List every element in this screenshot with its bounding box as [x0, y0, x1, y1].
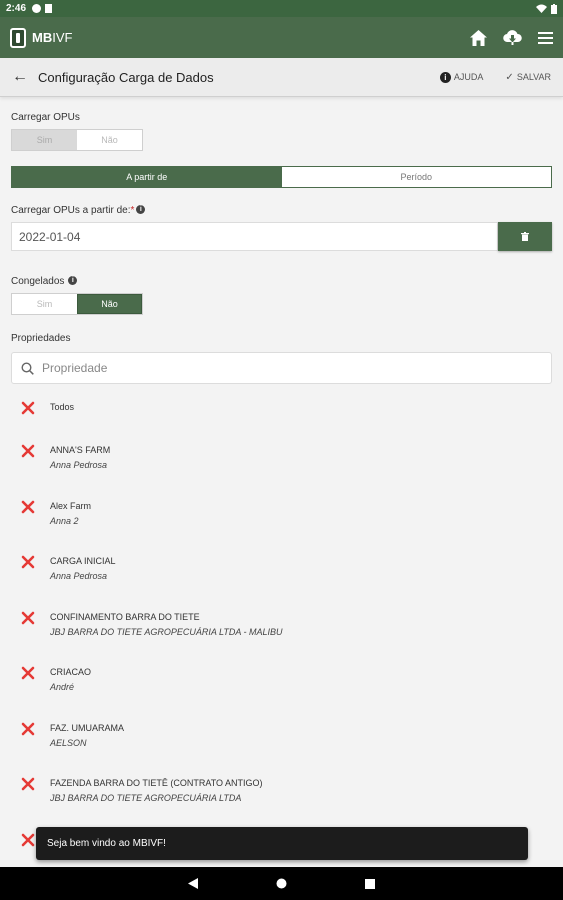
remove-icon[interactable]: [21, 555, 35, 569]
snackbar-message: Seja bem vindo ao MBIVF!: [47, 838, 166, 849]
wifi-icon: [536, 4, 547, 13]
remove-icon[interactable]: [21, 722, 35, 736]
carregar-opus-label: Carregar OPUs: [11, 112, 80, 123]
list-item: FAZ. UMUARAMA AELSON: [0, 717, 563, 773]
page-title: Configuração Carga de Dados: [38, 69, 214, 85]
remove-icon[interactable]: [21, 833, 35, 847]
menu-icon[interactable]: [538, 31, 553, 44]
property-owner: Anna Pedrosa: [50, 571, 108, 581]
property-name: Todos: [50, 402, 75, 412]
property-owner: JBJ BARRA DO TIETE AGROPECUÁRIA LTDA - M…: [50, 626, 283, 637]
property-owner: André: [50, 682, 75, 692]
list-item: CONFINAMENTO BARRA DO TIETE JBJ BARRA DO…: [0, 606, 563, 662]
clear-date-button[interactable]: [498, 222, 552, 251]
property-name: FAZENDA BARRA DO TIETÊ (CONTRATO ANTIGO): [50, 778, 263, 788]
cloud-download-icon[interactable]: [503, 30, 522, 45]
carregar-opus-toggle: Sim Não: [11, 129, 143, 151]
property-name: FAZ. UMUARAMA: [50, 722, 125, 733]
remove-icon[interactable]: [21, 666, 35, 680]
carregar-opus-nao[interactable]: Não: [77, 130, 142, 150]
property-name: ANNA'S FARM: [50, 445, 111, 455]
remove-icon[interactable]: [21, 401, 35, 415]
logo-light-text: IVF: [52, 30, 73, 45]
date-label: Carregar OPUs a partir de:: [11, 205, 131, 216]
list-item: FAZENDA BARRA DO TIETÊ (CONTRATO ANTIGO)…: [0, 772, 563, 828]
list-item: CARGA INICIAL Anna Pedrosa: [0, 550, 563, 606]
remove-icon[interactable]: [21, 777, 35, 791]
app-bar: MB IVF: [0, 17, 563, 58]
check-icon: ✓: [505, 71, 514, 83]
save-label: SALVAR: [516, 72, 551, 82]
date-row: 2022-01-04: [11, 222, 552, 251]
status-time: 2:46: [6, 3, 27, 14]
system-nav-bar: [0, 867, 563, 900]
date-info-icon[interactable]: i: [136, 205, 146, 214]
congelados-sim[interactable]: Sim: [12, 294, 77, 314]
logo-icon: [10, 27, 26, 48]
congelados-nao[interactable]: Não: [77, 294, 142, 314]
congelados-info-icon[interactable]: i: [68, 276, 78, 285]
search-placeholder: Propriedade: [42, 361, 108, 375]
help-button[interactable]: i AJUDA: [439, 71, 484, 83]
page-header: ← Configuração Carga de Dados i AJUDA ✓ …: [0, 58, 563, 97]
required-mark: *: [130, 205, 135, 216]
carregar-opus-sim[interactable]: Sim: [12, 130, 77, 150]
list-item: CRIACAO André: [0, 661, 563, 717]
status-bar: 2:46: [0, 0, 563, 17]
back-arrow-icon[interactable]: ←: [12, 68, 28, 86]
nav-home-icon[interactable]: [276, 878, 287, 889]
save-button[interactable]: ✓ SALVAR: [505, 72, 551, 83]
remove-icon[interactable]: [21, 444, 35, 458]
form-content: Carregar OPUs Sim Não A partir de Períod…: [0, 98, 563, 867]
properties-list: Todos ANNA'S FARM Anna Pedrosa Alex Farm…: [0, 396, 563, 867]
info-icon: i: [439, 71, 451, 83]
date-input[interactable]: 2022-01-04: [11, 222, 498, 251]
home-icon[interactable]: [470, 29, 487, 46]
sd-card-icon: [45, 4, 53, 13]
propriedade-search-input[interactable]: Propriedade: [11, 352, 552, 384]
remove-icon[interactable]: [21, 500, 35, 514]
help-label: AJUDA: [453, 72, 484, 82]
list-item: ANNA'S FARM Anna Pedrosa: [0, 439, 563, 495]
battery-icon: [551, 3, 557, 14]
property-name: CARGA INICIAL: [50, 556, 116, 566]
congelados-label-row: Congelados i: [11, 276, 78, 287]
search-icon: [21, 361, 34, 375]
property-owner: Anna 2: [50, 515, 79, 526]
propriedades-label: Propriedades: [11, 333, 71, 344]
segment-a-partir-de[interactable]: A partir de: [12, 167, 282, 187]
app-logo: MB IVF: [10, 27, 73, 48]
notification-icon: [32, 4, 42, 13]
property-owner: Anna Pedrosa: [50, 460, 108, 470]
list-item: Todos: [0, 396, 563, 439]
list-item: Alex Farm Anna 2: [0, 495, 563, 551]
congelados-toggle: Sim Não: [11, 293, 143, 315]
date-label-row: Carregar OPUs a partir de:* i: [11, 205, 146, 216]
nav-back-icon[interactable]: [188, 878, 198, 889]
property-owner: AELSON: [50, 737, 87, 748]
property-owner: JBJ BARRA DO TIETE AGROPECUÁRIA LTDA: [50, 793, 242, 803]
property-name: Alex Farm: [50, 500, 92, 511]
segment-periodo[interactable]: Período: [281, 167, 551, 187]
property-name: CRIACAO: [50, 667, 92, 677]
remove-icon[interactable]: [21, 611, 35, 625]
property-name: CONFINAMENTO BARRA DO TIETE: [50, 611, 200, 622]
date-mode-segmented: A partir de Período: [11, 166, 552, 188]
nav-recents-icon[interactable]: [365, 878, 375, 889]
trash-icon: [521, 232, 529, 241]
logo-bold-text: MB: [32, 30, 53, 45]
welcome-snackbar: Seja bem vindo ao MBIVF!: [36, 827, 528, 860]
congelados-label: Congelados: [11, 276, 65, 287]
